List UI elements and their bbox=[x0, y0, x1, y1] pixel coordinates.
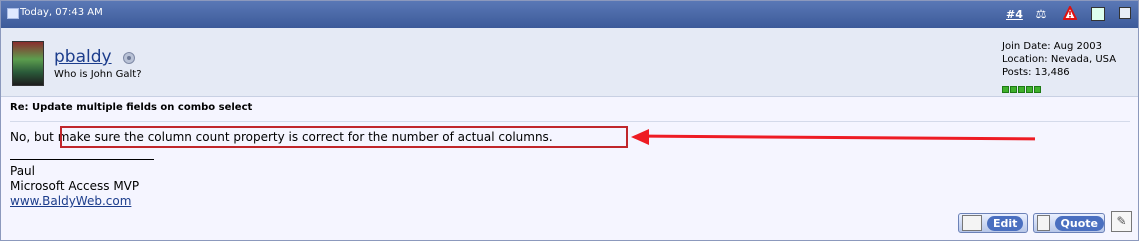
edit-label: Edit bbox=[987, 215, 1024, 231]
user-stats: Join Date: Aug 2003 Location: Nevada, US… bbox=[1002, 40, 1116, 79]
document-icon bbox=[7, 8, 19, 19]
online-status-icon bbox=[123, 52, 135, 64]
signature-name: Paul bbox=[10, 164, 35, 178]
quote-label: Quote bbox=[1054, 215, 1104, 231]
user-title: Who is John Galt? bbox=[54, 69, 142, 80]
title-separator bbox=[10, 121, 1130, 122]
signature-link[interactable]: www.BaldyWeb.com bbox=[10, 194, 131, 208]
signature-role: Microsoft Access MVP bbox=[10, 179, 140, 193]
checkbox-icon[interactable] bbox=[1119, 7, 1131, 19]
annotation-arrow-head bbox=[631, 129, 649, 145]
quote-button[interactable]: Quote bbox=[1033, 213, 1105, 233]
message-prefix: No, but bbox=[10, 130, 58, 144]
post-title: Re: Update multiple fields on combo sele… bbox=[10, 102, 253, 113]
reputation-bar bbox=[1002, 78, 1042, 97]
signature-divider bbox=[10, 159, 154, 160]
join-date: Join Date: Aug 2003 bbox=[1002, 41, 1102, 52]
post-header: Today, 07:43 AM #4 ⚖ bbox=[1, 1, 1138, 28]
annotation-highlight-box bbox=[60, 126, 628, 148]
annotation-arrow-line bbox=[647, 134, 1036, 141]
multi-quote-icon[interactable]: ✎ bbox=[1111, 211, 1132, 232]
post-container: Today, 07:43 AM #4 ⚖ pbaldy Who is John … bbox=[0, 0, 1139, 241]
signature: Paul Microsoft Access MVP www.BaldyWeb.c… bbox=[10, 164, 139, 209]
post-date: Today, 07:43 AM bbox=[20, 7, 103, 18]
user-info-bar: pbaldy Who is John Galt? Join Date: Aug … bbox=[1, 28, 1138, 97]
location: Location: Nevada, USA bbox=[1002, 54, 1117, 65]
quote-icon bbox=[1037, 215, 1050, 231]
post-number-link[interactable]: #4 bbox=[1006, 8, 1023, 21]
warning-icon[interactable] bbox=[1063, 6, 1077, 20]
avatar[interactable] bbox=[12, 41, 44, 86]
username-link[interactable]: pbaldy bbox=[54, 47, 112, 67]
edit-button[interactable]: Edit bbox=[958, 213, 1028, 233]
scale-icon[interactable]: ⚖ bbox=[1034, 7, 1048, 21]
edit-icon bbox=[962, 215, 982, 231]
computer-icon[interactable] bbox=[1091, 7, 1105, 21]
